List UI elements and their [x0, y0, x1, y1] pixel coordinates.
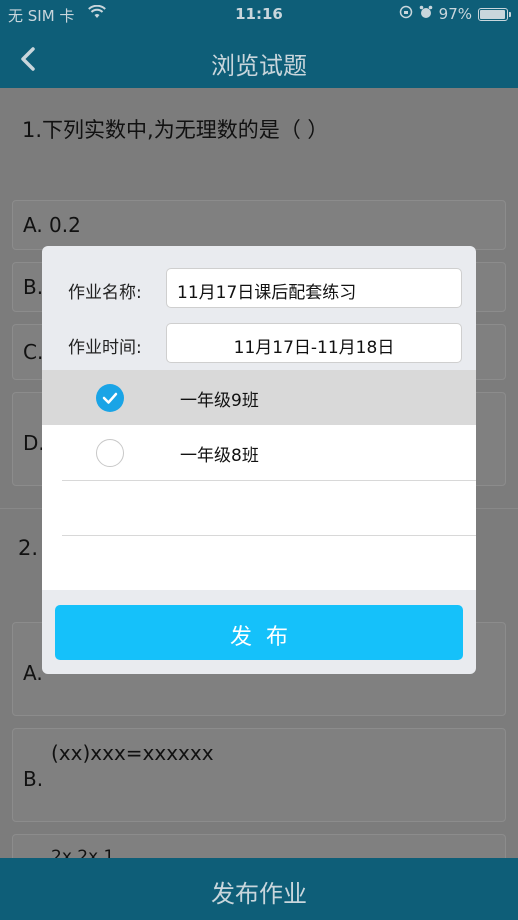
option-label: C.: [23, 340, 44, 364]
option-content: 2x 2x 1: [51, 847, 115, 858]
option-label: B.: [23, 767, 44, 791]
option-label: A. 0.2: [23, 213, 81, 237]
checkmark-icon[interactable]: [96, 384, 124, 412]
status-right: 97%: [399, 5, 511, 23]
class-list: 一年级9班 一年级8班: [42, 370, 476, 590]
publish-button[interactable]: 发布: [55, 605, 463, 660]
status-bar: 无 SIM 卡 11:16 97%: [0, 0, 518, 30]
battery-percent: 97%: [438, 5, 472, 23]
option-label: A.: [23, 661, 43, 685]
unchecked-circle-icon[interactable]: [96, 439, 124, 467]
homework-name-field[interactable]: 11月17日课后配套练习: [166, 268, 462, 308]
alarm-icon: [419, 5, 433, 23]
publish-dialog: 作业名称: 11月17日课后配套练习 作业时间: 11月17日-11月18日 一…: [42, 246, 476, 674]
homework-name-label: 作业名称:: [68, 283, 142, 303]
publish-homework-button[interactable]: 发布作业: [0, 874, 518, 909]
rotation-lock-icon: [399, 5, 413, 23]
class-row[interactable]: 一年级9班: [42, 370, 476, 425]
class-name: 一年级8班: [180, 446, 259, 466]
option-content: (xx)xxx=xxxxxx: [51, 741, 214, 765]
q1-option-a[interactable]: A. 0.2: [12, 200, 506, 250]
option-label: B.: [23, 275, 44, 299]
question-2-text: 2.: [18, 536, 39, 560]
page-title: 浏览试题: [211, 52, 307, 80]
question-1-text: 1.下列实数中,为无理数的是（ ）: [22, 118, 329, 142]
homework-time-label: 作业时间:: [68, 338, 142, 358]
class-name: 一年级9班: [180, 391, 259, 411]
battery-fill: [480, 9, 506, 19]
nav-bar: 浏览试题: [0, 30, 518, 88]
bottom-bar[interactable]: 发布作业: [0, 858, 518, 920]
battery-icon: [478, 7, 511, 21]
list-separator: [62, 480, 476, 481]
homework-time-field[interactable]: 11月17日-11月18日: [166, 323, 462, 363]
q2-option-b[interactable]: B. (xx)xxx=xxxxxx: [12, 728, 506, 822]
q2-option-c[interactable]: 2x 2x 1: [12, 834, 506, 858]
class-row[interactable]: 一年级8班: [42, 425, 476, 480]
list-separator: [62, 535, 476, 536]
